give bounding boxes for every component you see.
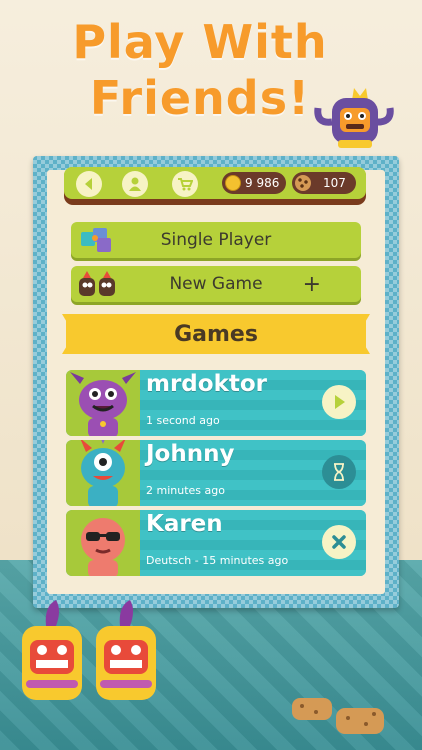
cookies-value: 107 xyxy=(323,176,346,190)
game-time: 1 second ago xyxy=(146,414,220,427)
avatar xyxy=(66,440,140,506)
game-card-body: Johnny 2 minutes ago xyxy=(140,440,366,506)
single-player-button[interactable]: Single Player xyxy=(71,222,361,258)
cookie-icon xyxy=(295,175,311,191)
avatar xyxy=(66,510,140,576)
play-icon xyxy=(335,395,345,409)
headline-line-1: Play With xyxy=(72,15,328,69)
profile-button[interactable] xyxy=(122,171,148,197)
crowned-monster-mascot xyxy=(314,88,394,148)
opponent-name: mrdoktor xyxy=(146,371,268,397)
new-game-button[interactable]: New Game + xyxy=(71,266,361,302)
opponent-name: Johnny xyxy=(146,441,235,467)
back-arrow-icon xyxy=(85,178,92,190)
cookies-decoration xyxy=(292,698,384,734)
twin-monsters-mascot xyxy=(22,600,156,700)
game-time: Deutsch - 15 minutes ago xyxy=(146,554,289,567)
game-card-karen[interactable]: Karen Deutsch - 15 minutes ago xyxy=(66,510,366,576)
avatar xyxy=(66,370,140,436)
cookies-counter[interactable]: 107 xyxy=(292,172,356,194)
back-button[interactable] xyxy=(76,171,102,197)
game-card-body: Karen Deutsch - 15 minutes ago xyxy=(140,510,366,576)
user-icon xyxy=(129,177,141,191)
play-button[interactable] xyxy=(322,385,356,419)
single-player-label: Single Player xyxy=(160,230,272,250)
coin-icon xyxy=(225,175,241,191)
game-card-johnny[interactable]: Johnny 2 minutes ago xyxy=(66,440,366,506)
purple-monster-avatar xyxy=(70,372,136,436)
shop-button[interactable] xyxy=(172,171,198,197)
game-time: 2 minutes ago xyxy=(146,484,225,497)
close-icon xyxy=(332,535,346,549)
close-button[interactable] xyxy=(322,525,356,559)
waiting-indicator xyxy=(322,455,356,489)
games-section-ribbon: Games xyxy=(62,314,370,354)
games-section-title: Games xyxy=(174,321,258,347)
game-card-mrdoktor[interactable]: mrdoktor 1 second ago xyxy=(66,370,366,436)
cart-icon xyxy=(178,178,193,191)
top-bar: 9 986 107 xyxy=(64,167,366,205)
game-card-body: mrdoktor 1 second ago xyxy=(140,370,366,436)
blue-cyclops-avatar xyxy=(80,440,126,506)
coins-value: 9 986 xyxy=(245,176,280,190)
coins-counter[interactable]: 9 986 xyxy=(222,172,286,194)
plus-icon: + xyxy=(302,271,321,297)
pink-monster-avatar xyxy=(81,518,125,576)
opponent-name: Karen xyxy=(146,511,223,537)
hourglass-icon xyxy=(334,463,344,481)
